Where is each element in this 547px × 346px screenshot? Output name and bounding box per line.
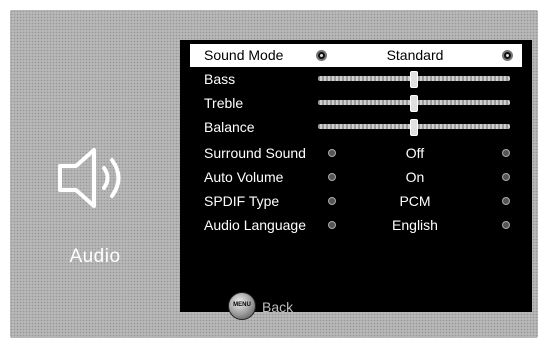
row-label: Audio Language <box>204 217 306 233</box>
menu-row-balance[interactable]: Balance <box>180 116 532 140</box>
row-value: Standard <box>386 47 444 63</box>
tv-screen: Audio Sound Mode Standard Bass Treble Ba… <box>10 10 538 338</box>
slider-handle[interactable] <box>410 95 418 112</box>
menu-row-spdif-type[interactable]: SPDIF Type PCM <box>180 190 532 214</box>
row-value: English <box>392 217 438 233</box>
bass-slider[interactable] <box>318 71 510 88</box>
back-control[interactable]: MENU Back <box>228 292 348 322</box>
row-label: Treble <box>204 95 244 111</box>
treble-slider[interactable] <box>318 95 510 112</box>
row-label: Sound Mode <box>204 47 284 63</box>
menu-row-surround-sound[interactable]: Surround Sound Off <box>180 142 532 166</box>
arrow-right-icon[interactable] <box>502 173 510 181</box>
slider-handle[interactable] <box>410 71 418 88</box>
arrow-right-icon[interactable] <box>502 221 510 229</box>
arrow-right-icon[interactable] <box>502 197 510 205</box>
arrow-left-icon[interactable] <box>328 197 336 205</box>
menu-button-icon[interactable]: MENU <box>228 292 256 320</box>
row-label: Auto Volume <box>204 169 284 185</box>
row-value: Off <box>405 145 425 161</box>
balance-slider[interactable] <box>318 119 510 136</box>
arrow-right-icon[interactable] <box>502 149 510 157</box>
row-label: SPDIF Type <box>204 193 280 209</box>
menu-button-label: MENU <box>233 302 251 308</box>
row-label: Surround Sound <box>204 145 306 161</box>
arrow-left-icon[interactable] <box>328 221 336 229</box>
row-label: Bass <box>204 71 236 87</box>
category-label: Audio <box>69 246 121 267</box>
category-panel: Audio <box>10 10 180 338</box>
menu-row-treble[interactable]: Treble <box>180 92 532 116</box>
menu-row-bass[interactable]: Bass <box>180 68 532 92</box>
arrow-left-icon[interactable] <box>328 173 336 181</box>
arrow-left-icon[interactable] <box>328 149 336 157</box>
slider-handle[interactable] <box>410 119 418 136</box>
arrow-left-icon[interactable] <box>316 50 327 61</box>
arrow-right-icon[interactable] <box>502 50 513 61</box>
row-value: PCM <box>399 193 431 209</box>
audio-menu: Sound Mode Standard Bass Treble Balance … <box>180 40 532 312</box>
row-label: Balance <box>204 119 255 135</box>
menu-row-auto-volume[interactable]: Auto Volume On <box>180 166 532 190</box>
menu-row-audio-language[interactable]: Audio Language English <box>180 214 532 238</box>
speaker-icon <box>58 148 121 208</box>
menu-row-sound-mode[interactable]: Sound Mode Standard <box>190 44 522 67</box>
back-label: Back <box>262 299 294 315</box>
row-value: On <box>405 169 425 185</box>
